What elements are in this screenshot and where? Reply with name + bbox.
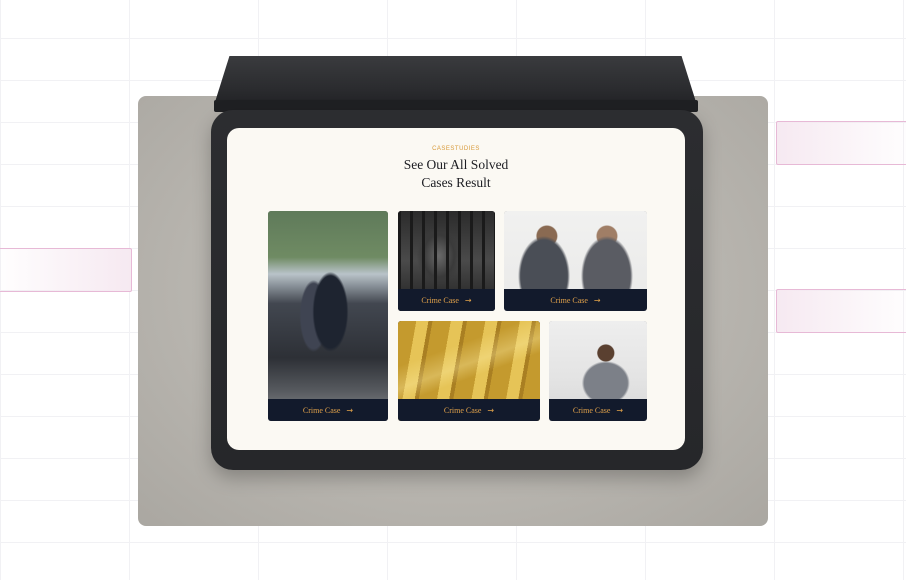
case-card-label: Crime Case <box>443 405 482 415</box>
case-card-button[interactable]: Crime Case → <box>398 289 495 311</box>
section-eyebrow: CASESTUDIES <box>432 146 480 152</box>
case-card-button[interactable]: Crime Case → <box>504 289 647 311</box>
case-card-label: Crime Case <box>421 295 459 305</box>
tablet-folio-cover <box>215 56 696 102</box>
case-card[interactable]: Crime Case → <box>504 211 647 311</box>
section-title: See Our All Solved Cases Result <box>227 156 685 192</box>
background-highlight-cell <box>0 248 132 292</box>
case-card[interactable]: Crime Case → <box>398 211 495 311</box>
tablet-screen: CASESTUDIES See Our All Solved Cases Res… <box>227 128 685 450</box>
background-highlight-cell <box>776 121 906 165</box>
case-card-button[interactable]: Crime Case → <box>549 399 647 421</box>
arrow-right-icon: → <box>464 295 472 305</box>
case-card[interactable]: Crime Case → <box>549 321 647 421</box>
case-card[interactable]: Crime Case → <box>398 321 540 421</box>
case-card-label: Crime Case <box>572 405 611 415</box>
case-card[interactable]: Crime Case → <box>268 211 388 421</box>
arrow-right-icon: → <box>616 405 624 415</box>
arrow-right-icon: → <box>346 405 354 415</box>
case-card-button[interactable]: Crime Case → <box>398 399 540 421</box>
section-title-line: Cases Result <box>421 175 491 190</box>
case-card-button[interactable]: Crime Case → <box>268 399 388 421</box>
arrow-right-icon: → <box>487 405 495 415</box>
arrow-right-icon: → <box>593 295 601 305</box>
case-card-label: Crime Case <box>550 295 588 305</box>
arrest-scene-photo <box>268 211 388 421</box>
background-highlight-cell <box>776 289 906 333</box>
section-title-line: See Our All Solved <box>403 157 509 172</box>
case-card-label: Crime Case <box>302 405 341 415</box>
